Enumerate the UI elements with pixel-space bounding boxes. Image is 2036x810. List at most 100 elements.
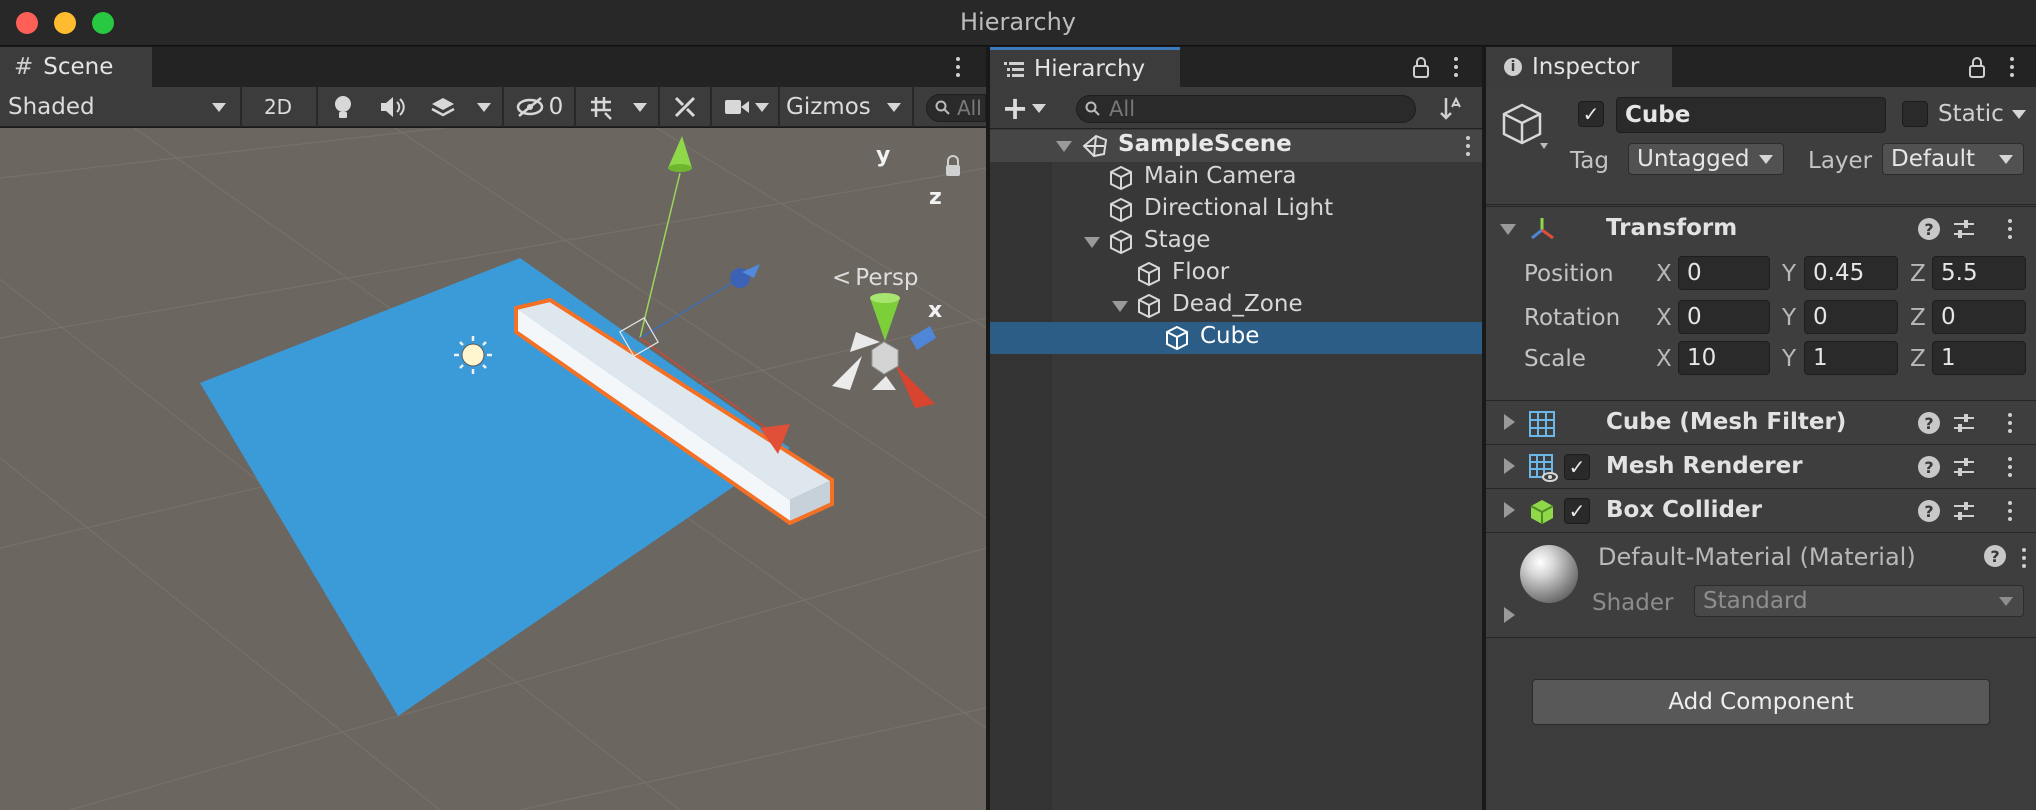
inspector-tab-bar: i Inspector <box>1486 47 2036 87</box>
scene-row-menu-icon[interactable] <box>1456 131 1480 161</box>
expand-arrow-icon[interactable] <box>1112 301 1128 312</box>
scene-search-input[interactable]: All <box>926 94 986 122</box>
scale-x-field[interactable]: 10 <box>1678 341 1770 375</box>
chevron-down-icon <box>755 103 769 112</box>
position-z-field[interactable]: 5.5 <box>1932 256 2026 290</box>
expand-arrow-icon[interactable] <box>1056 141 1072 152</box>
expand-arrow-icon[interactable] <box>1500 224 1516 235</box>
2d-toggle-button[interactable]: 2D <box>256 87 300 127</box>
scene-root-row[interactable]: SampleScene <box>990 130 1482 162</box>
collapse-arrow-icon[interactable] <box>1504 458 1515 474</box>
lock-icon[interactable] <box>946 155 960 176</box>
sort-icon[interactable] <box>1438 95 1464 121</box>
rotation-x-field[interactable]: 0 <box>1678 300 1770 334</box>
rotation-y-field[interactable]: 0 <box>1804 300 1898 334</box>
box-collider-enabled-checkbox[interactable]: ✓ <box>1564 498 1590 524</box>
help-icon[interactable]: ? <box>1984 545 2006 567</box>
axis-x-label: X <box>1656 261 1672 287</box>
search-icon <box>935 100 950 115</box>
scale-y-field[interactable]: 1 <box>1804 341 1898 375</box>
help-icon[interactable]: ? <box>1918 456 1940 478</box>
mesh-filter-header[interactable]: Cube (Mesh Filter) ? <box>1486 400 2036 444</box>
component-menu-icon[interactable] <box>1998 408 2022 438</box>
component-menu-icon[interactable] <box>1998 496 2022 526</box>
scene-viewport[interactable]: y z x < Persp <box>0 128 986 810</box>
create-object-button[interactable]: + <box>996 87 1052 129</box>
toolbar-divider <box>502 87 504 127</box>
collapse-arrow-icon[interactable] <box>1504 607 1515 623</box>
tag-dropdown[interactable]: Untagged <box>1628 143 1784 175</box>
inspector-more-menu-icon[interactable] <box>2000 52 2024 82</box>
lock-icon[interactable] <box>1968 56 1986 78</box>
help-icon[interactable]: ? <box>1918 412 1940 434</box>
lock-icon[interactable] <box>1412 56 1430 78</box>
transform-header[interactable]: Transform ? <box>1486 206 2036 250</box>
grid-dropdown[interactable] <box>626 87 654 127</box>
gameobject-cube-icon <box>1110 229 1132 255</box>
draw-mode-dropdown[interactable]: Shaded <box>0 87 240 127</box>
chevron-down-icon <box>887 103 901 112</box>
component-menu-icon[interactable] <box>1998 214 2022 244</box>
preset-sliders-icon[interactable] <box>1952 411 1976 435</box>
hierarchy-item[interactable]: Main Camera <box>990 162 1482 194</box>
preset-sliders-icon[interactable] <box>1952 499 1976 523</box>
collapse-arrow-icon[interactable] <box>1504 502 1515 518</box>
gameobject-cube-icon[interactable] <box>1500 101 1550 151</box>
preset-sliders-icon[interactable] <box>1952 455 1976 479</box>
material-preview-sphere[interactable] <box>1520 545 1578 603</box>
hierarchy-item[interactable]: Stage <box>990 226 1482 258</box>
tab-scene[interactable]: # Scene <box>0 47 152 87</box>
effects-dropdown[interactable] <box>470 87 498 127</box>
box-collider-header[interactable]: ✓ Box Collider ? <box>1486 488 2036 532</box>
shader-dropdown[interactable]: Standard <box>1694 585 2024 617</box>
tools-toggle-button[interactable] <box>664 87 706 127</box>
hierarchy-item[interactable]: Directional Light <box>990 194 1482 226</box>
audio-toggle-button[interactable] <box>370 87 416 127</box>
tag-value: Untagged <box>1637 146 1750 172</box>
position-x-field[interactable]: 0 <box>1678 256 1770 290</box>
hierarchy-more-menu-icon[interactable] <box>1444 52 1468 82</box>
static-checkbox[interactable] <box>1902 101 1928 127</box>
mesh-renderer-header[interactable]: ✓ Mesh Renderer ? <box>1486 444 2036 488</box>
add-component-button[interactable]: Add Component <box>1532 679 1990 725</box>
rotation-z-field[interactable]: 0 <box>1932 300 2026 334</box>
scene-3d-view[interactable] <box>0 128 986 810</box>
gizmos-button[interactable]: Gizmos <box>780 87 880 127</box>
effects-toggle-button[interactable] <box>420 87 466 127</box>
static-dropdown[interactable]: Static <box>1938 99 2026 129</box>
axis-y-label: Y <box>1782 346 1797 372</box>
hierarchy-search-input[interactable]: All <box>1076 95 1416 123</box>
axis-y-label: Y <box>1782 305 1797 331</box>
mesh-renderer-enabled-checkbox[interactable]: ✓ <box>1564 454 1590 480</box>
camera-dropdown[interactable] <box>748 87 776 127</box>
preset-sliders-icon[interactable] <box>1952 217 1976 241</box>
scale-z-field[interactable]: 1 <box>1932 341 2026 375</box>
collapse-arrow-icon[interactable] <box>1504 414 1515 430</box>
toolbar-divider <box>574 87 576 127</box>
help-icon[interactable]: ? <box>1918 218 1940 240</box>
help-icon[interactable]: ? <box>1918 500 1940 522</box>
hierarchy-item[interactable]: Dead_Zone <box>990 290 1482 322</box>
tab-inspector[interactable]: i Inspector <box>1486 47 1672 87</box>
lighting-toggle-button[interactable] <box>320 87 366 127</box>
scene-visibility-toggle[interactable]: 0 <box>508 87 570 127</box>
component-menu-icon[interactable] <box>1998 452 2022 482</box>
projection-toggle[interactable]: < Persp <box>832 265 919 291</box>
info-icon: i <box>1504 58 1522 76</box>
material-menu-icon[interactable] <box>2012 543 2036 573</box>
object-name-field[interactable]: Cube <box>1616 97 1886 133</box>
expand-arrow-icon[interactable] <box>1084 237 1100 248</box>
position-y-field[interactable]: 0.45 <box>1804 256 1898 290</box>
hierarchy-item[interactable]: Floor <box>990 258 1482 290</box>
tab-hierarchy[interactable]: Hierarchy <box>990 47 1180 87</box>
gizmos-dropdown[interactable] <box>880 87 908 127</box>
position-label: Position <box>1524 261 1614 287</box>
object-active-checkbox[interactable]: ✓ <box>1578 101 1604 127</box>
hierarchy-tab-bar: Hierarchy <box>990 47 1482 87</box>
grid-toggle-button[interactable] <box>578 87 624 127</box>
scene-more-menu-icon[interactable] <box>946 52 970 82</box>
layer-dropdown[interactable]: Default <box>1882 143 2024 175</box>
floor-plane[interactable] <box>200 258 790 716</box>
toolbar-divider <box>240 87 242 127</box>
hierarchy-item-selected[interactable]: Cube <box>990 322 1482 354</box>
